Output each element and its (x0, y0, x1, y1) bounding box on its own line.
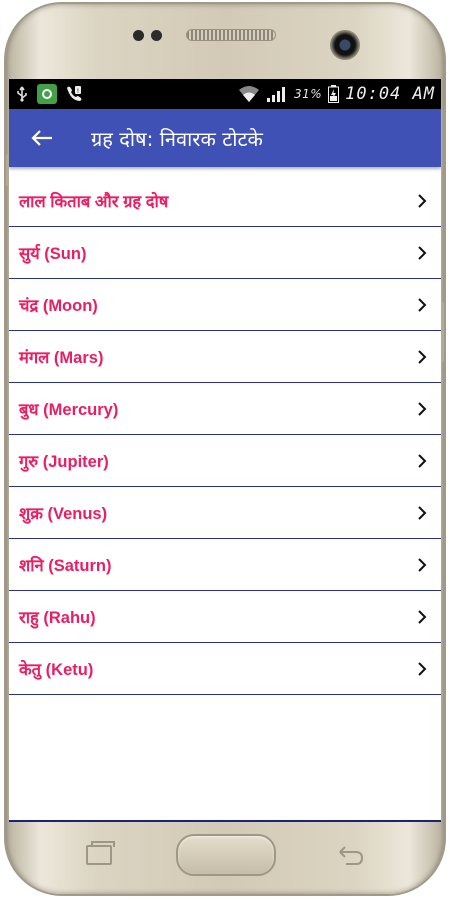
front-camera (330, 30, 360, 60)
chevron-right-icon (417, 401, 431, 416)
app-bar: ग्रह दोष: निवारक टोटके (9, 109, 441, 167)
light-sensor (151, 30, 162, 41)
list-item-label: सुर्य (Sun) (19, 245, 87, 263)
list-item-jupiter[interactable]: गुरु (Jupiter) (9, 435, 441, 487)
usb-icon (15, 86, 29, 102)
status-time: 10:04 AM (345, 84, 435, 104)
chevron-right-icon (417, 557, 431, 572)
list-item-mercury[interactable]: बुध (Mercury) (9, 383, 441, 435)
chevron-right-icon (417, 297, 431, 312)
chevron-right-icon (417, 661, 431, 676)
chevron-right-icon (417, 453, 431, 468)
list-item-label: शनि (Saturn) (19, 557, 112, 575)
list-item-label: लाल किताब और ग्रह दोष (19, 193, 169, 211)
planet-list: लाल किताब और ग्रह दोष सुर्य (Sun) चंद्र … (9, 175, 441, 695)
list-item-moon[interactable]: चंद्र (Moon) (9, 279, 441, 331)
list-item-label: केतु (Ketu) (19, 661, 94, 679)
app-green-icon (37, 84, 57, 104)
screen-bottom-divider (9, 820, 441, 822)
wifi-icon (238, 85, 260, 103)
list-item-ketu[interactable]: केतु (Ketu) (9, 643, 441, 695)
signal-icon (266, 85, 288, 103)
back-key-icon[interactable] (336, 844, 364, 866)
recent-apps-key[interactable] (86, 841, 115, 865)
battery-percent: 31% (293, 87, 323, 101)
earpiece-speaker (186, 29, 276, 41)
chevron-right-icon (417, 245, 431, 260)
arrow-back-icon[interactable] (27, 123, 57, 153)
chevron-right-icon (417, 505, 431, 520)
screen: ! 31% 10:04 AM ग्रह दोष: निवारक टोटके ला… (9, 79, 441, 822)
status-bar: ! 31% 10:04 AM (9, 79, 441, 109)
list-item-sun[interactable]: सुर्य (Sun) (9, 227, 441, 279)
svg-text:!: ! (77, 88, 79, 95)
list-item-label: बुध (Mercury) (19, 401, 119, 419)
list-item-label: मंगल (Mars) (19, 349, 104, 367)
chevron-right-icon (417, 193, 431, 208)
list-item-label: राहु (Rahu) (19, 609, 96, 627)
chevron-right-icon (417, 609, 431, 624)
page-title: ग्रह दोष: निवारक टोटके (91, 126, 263, 151)
battery-icon (328, 85, 340, 103)
proximity-sensor (133, 30, 144, 41)
list-item-lal-kitab[interactable]: लाल किताब और ग्रह दोष (9, 175, 441, 227)
list-item-saturn[interactable]: शनि (Saturn) (9, 539, 441, 591)
home-key[interactable] (176, 834, 276, 876)
list-item-mars[interactable]: मंगल (Mars) (9, 331, 441, 383)
list-item-rahu[interactable]: राहु (Rahu) (9, 591, 441, 643)
list-item-label: शुक्र (Venus) (19, 505, 108, 523)
list-item-venus[interactable]: शुक्र (Venus) (9, 487, 441, 539)
list-item-label: गुरु (Jupiter) (19, 453, 109, 471)
chevron-right-icon (417, 349, 431, 364)
list-item-label: चंद्र (Moon) (19, 297, 98, 315)
phone-chip-icon: ! (65, 85, 83, 103)
